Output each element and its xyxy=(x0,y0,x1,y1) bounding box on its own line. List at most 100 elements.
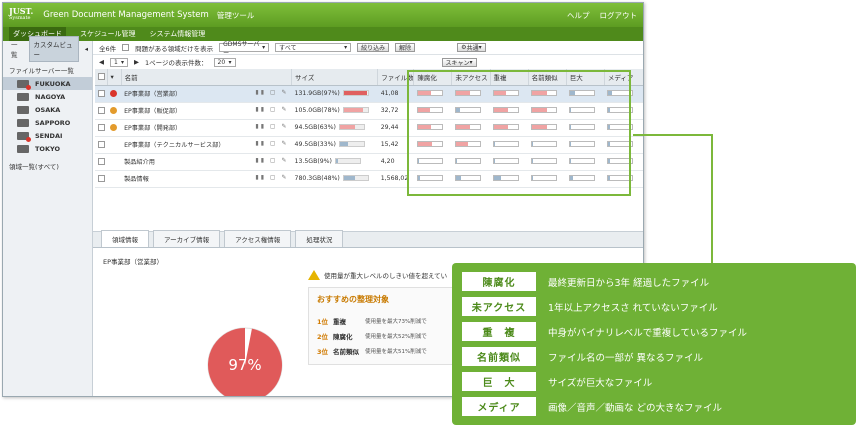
col-name[interactable]: 名前 xyxy=(121,69,293,86)
app-subtitle: 管理ツール xyxy=(216,10,255,20)
metric-bar xyxy=(493,124,520,130)
area-name[interactable]: 製品情報 xyxy=(124,176,149,183)
status-icon xyxy=(110,141,117,148)
rec-name: 名前類似 xyxy=(333,347,359,356)
server-item[interactable]: OSAKA xyxy=(3,103,92,116)
table-row[interactable]: EP事業部（開発部） ▮▮ ▢ ✎ 94.5GB(63%) 29,44 xyxy=(95,119,643,137)
per-page-label: 1ページの表示件数： xyxy=(145,59,208,67)
server-item[interactable]: NAGOYA xyxy=(3,90,92,103)
metric-bar xyxy=(493,90,520,96)
metric-bar xyxy=(416,141,443,147)
menu-system-info[interactable]: システム情報管理 xyxy=(150,29,206,39)
recommendation-item: 2位 陳腐化 使用量を最大52%削減で xyxy=(317,328,459,343)
metric-bar xyxy=(416,107,443,113)
row-action-icons[interactable]: ▮▮ ▢ ✎ xyxy=(255,89,288,96)
collapse-icon[interactable]: ◂ xyxy=(81,43,92,55)
pie-label: 97% xyxy=(228,356,261,374)
sort-icon[interactable]: ▾ xyxy=(107,69,122,86)
legend-item: 巨 大サイズが巨大なファイル xyxy=(462,369,846,394)
prev-page-icon[interactable]: ◀ xyxy=(99,58,104,66)
server-icon xyxy=(17,92,29,101)
row-action-icons[interactable]: ▮▮ ▢ ✎ xyxy=(255,140,288,147)
tab-list[interactable]: 一覧 xyxy=(7,37,27,61)
legend-item: 名前類似 ファイル名の一部が 異なるファイル xyxy=(462,344,846,369)
row-action-icons[interactable]: ▮▮ ▢ ✎ xyxy=(255,157,288,164)
logout-link[interactable]: ログアウト xyxy=(600,10,638,21)
narrow-button[interactable]: 絞り込み xyxy=(357,43,390,52)
area-name[interactable]: EP事業部（テクニカルサービス部） xyxy=(124,142,224,149)
recommendation-item: 3位 名前類似 使用量を最大51%削減で xyxy=(317,343,459,358)
row-checkbox[interactable] xyxy=(98,140,105,148)
area-size: 105.0GB(78%) xyxy=(294,107,340,114)
tab-access-rights[interactable]: アクセス権情報 xyxy=(224,230,292,247)
row-action-icons[interactable]: ▮▮ ▢ ✎ xyxy=(255,174,288,181)
legend-tag: 巨 大 xyxy=(462,372,536,391)
server-name: NAGOYA xyxy=(35,92,66,101)
metric-bar xyxy=(493,141,520,147)
area-name[interactable]: EP事業部（営業部） xyxy=(124,91,181,98)
row-checkbox[interactable] xyxy=(98,123,105,131)
row-checkbox[interactable] xyxy=(98,174,105,182)
table-row[interactable]: 製品紹介用 ▮▮ ▢ ✎ 13.5GB(9%) 4,20 xyxy=(95,153,643,171)
table-row[interactable]: EP事業部（テクニカルサービス部） ▮▮ ▢ ✎ 49.5GB(33%) 15,42 xyxy=(95,136,643,154)
table-row[interactable]: EP事業部（販促部） ▮▮ ▢ ✎ 105.0GB(78%) 32,72 xyxy=(95,102,643,120)
scan-button[interactable]: スキャン ▾ xyxy=(441,57,477,67)
row-checkbox[interactable] xyxy=(98,157,105,165)
rec-name: 陳腐化 xyxy=(333,332,353,341)
col-similar-name[interactable]: 名前類似 xyxy=(528,69,567,86)
metric-bar xyxy=(531,175,558,181)
server-list: FUKUOKA NAGOYA OSAKA SAPPORO SENDAI TOKYO xyxy=(3,77,92,155)
metric-bar xyxy=(454,158,481,164)
area-size: 94.5GB(63%) xyxy=(294,124,336,131)
col-stale[interactable]: 陳腐化 xyxy=(413,69,453,86)
per-page-select[interactable]: 20 ▾ xyxy=(213,57,236,67)
table-header: ▾ 名前 サイズ ファイル数 陳腐化 未アクセス 重複 名前類似 巨大 メディア xyxy=(95,69,643,86)
metric-bar xyxy=(416,90,443,96)
col-unaccessed[interactable]: 未アクセス xyxy=(451,69,491,86)
table-row[interactable]: EP事業部（営業部） ▮▮ ▢ ✎ 131.9GB(97%) 41,08 xyxy=(95,85,643,103)
col-duplicate[interactable]: 重複 xyxy=(490,69,529,86)
warning-icon xyxy=(308,270,320,280)
area-name[interactable]: EP事業部（販促部） xyxy=(124,108,181,115)
tab-process-status[interactable]: 処理状況 xyxy=(295,230,344,247)
server-type-select[interactable]: GDMSサーバー ▾ xyxy=(219,41,270,57)
all-areas-link[interactable]: 領域一覧(すべて) xyxy=(3,155,92,177)
server-item[interactable]: TOKYO xyxy=(3,142,92,155)
server-item[interactable]: SAPPORO xyxy=(3,116,92,129)
clear-button[interactable]: 解除 xyxy=(395,43,416,52)
rec-desc: 使用量を最大73%削減で xyxy=(365,318,427,325)
file-count: 41,08 xyxy=(380,90,399,97)
shared-menu-button[interactable]: ⚙ 共通 ▾ xyxy=(457,43,486,52)
area-name[interactable]: 製品紹介用 xyxy=(124,159,155,166)
row-action-icons[interactable]: ▮▮ ▢ ✎ xyxy=(255,123,288,130)
select-all-checkbox[interactable] xyxy=(98,73,105,81)
row-action-icons[interactable]: ▮▮ ▢ ✎ xyxy=(255,106,288,113)
server-icon xyxy=(17,118,29,127)
row-checkbox[interactable] xyxy=(98,89,105,97)
tab-custom-view[interactable]: カスタムビュー xyxy=(28,36,79,62)
tab-area-info[interactable]: 領域情報 xyxy=(101,230,149,247)
help-link[interactable]: ヘルプ xyxy=(567,10,590,21)
problem-only-checkbox[interactable] xyxy=(122,44,130,51)
area-name[interactable]: EP事業部（開発部） xyxy=(124,125,181,132)
server-item[interactable]: FUKUOKA xyxy=(3,77,92,90)
metric-bar xyxy=(569,141,596,147)
col-media[interactable]: メディア xyxy=(604,69,643,86)
connector-line xyxy=(711,134,713,263)
left-panel: 一覧 カスタムビュー ◂ ファイルサーバー一覧 FUKUOKA NAGOYA OSA… xyxy=(3,36,93,396)
metric-bar xyxy=(531,158,558,164)
row-checkbox[interactable] xyxy=(98,106,105,114)
server-item[interactable]: SENDAI xyxy=(3,129,92,142)
col-files[interactable]: ファイル数 xyxy=(377,69,415,86)
menu-schedule[interactable]: スケジュール管理 xyxy=(80,29,136,39)
page-select[interactable]: 1 ▾ xyxy=(110,57,128,67)
next-page-icon[interactable]: ▶ xyxy=(134,58,139,66)
scope-select[interactable]: すべて ▾ xyxy=(275,43,352,52)
area-size: 131.9GB(97%) xyxy=(294,90,340,97)
status-icon xyxy=(110,175,117,182)
area-size: 13.5GB(9%) xyxy=(294,158,332,165)
tab-archive-info[interactable]: アーカイブ情報 xyxy=(153,230,221,247)
col-size[interactable]: サイズ xyxy=(291,69,379,86)
table-row[interactable]: 製品情報 ▮▮ ▢ ✎ 780.3GB(48%) 1,568,02 xyxy=(95,170,643,188)
col-huge[interactable]: 巨大 xyxy=(566,69,605,86)
